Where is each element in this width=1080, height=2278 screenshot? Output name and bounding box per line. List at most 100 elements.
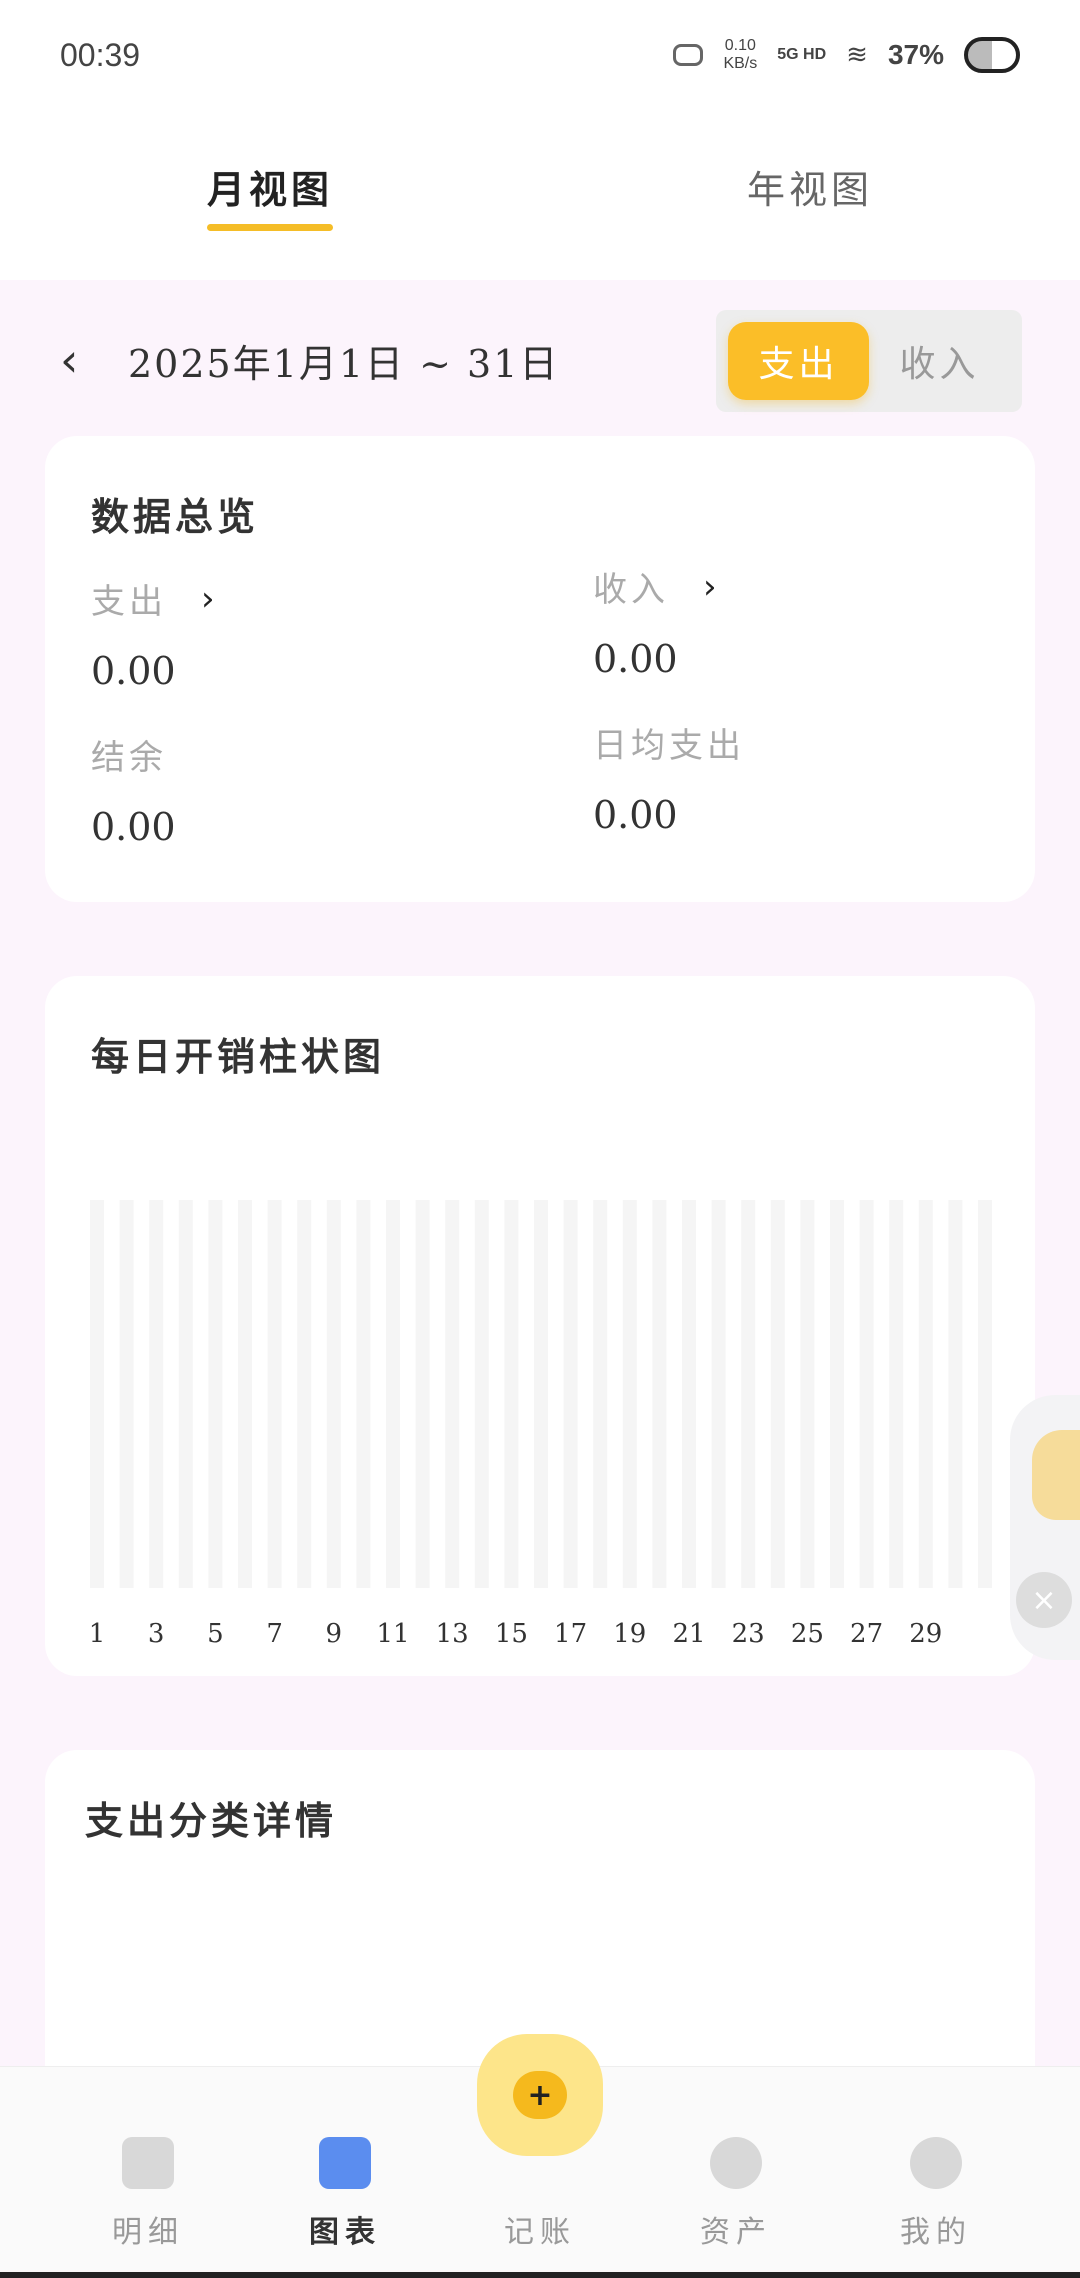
status-icons: 0.10 KB/s 5G HD ≋ 37%: [673, 37, 1020, 73]
bar-track: [682, 1200, 696, 1588]
x-tick-label: 13: [436, 1619, 469, 1649]
category-detail-title: 支出分类详情: [85, 1798, 338, 1843]
daily-average-label: 日均支出: [593, 726, 745, 766]
home-indicator: [0, 2272, 1080, 2278]
bar-track: [149, 1200, 164, 1588]
bar-track: [889, 1200, 904, 1588]
bar-track: [948, 1200, 963, 1588]
bar-track: [386, 1200, 400, 1588]
nav-item-charts[interactable]: 图表: [265, 2137, 425, 2251]
x-tick-label: 25: [791, 1619, 824, 1649]
bar-track: [474, 1200, 489, 1588]
bar-track: [267, 1200, 282, 1588]
bar-track: [326, 1200, 341, 1588]
x-tick-label: 1: [89, 1619, 106, 1649]
net-speed-unit: KB/s: [723, 55, 758, 72]
balance-value: 0.00: [91, 805, 176, 849]
bar-track: [297, 1200, 312, 1588]
bar-track: [593, 1200, 608, 1588]
bar-track: [90, 1200, 104, 1588]
bar-track: [978, 1200, 992, 1588]
chevron-right-icon: ›: [703, 566, 721, 607]
daily-bar-chart-card: 每日开销柱状图 1 3 5 7 9 11 13 15 17 19 21 23 25 27 29: [45, 976, 1035, 1676]
x-tick-label: 23: [732, 1619, 765, 1649]
nav-label-record: 记账: [504, 2215, 576, 2250]
bar-track: [859, 1200, 874, 1588]
nav-item-details[interactable]: 明细: [68, 2137, 228, 2251]
wifi-icon: ≋: [846, 40, 868, 70]
piggy-bank-icon: [710, 2137, 762, 2189]
bar-track: [415, 1200, 430, 1588]
overview-daily-average: 日均支出 0.00: [593, 718, 745, 837]
pet-mascot-icon[interactable]: [1032, 1430, 1080, 1520]
nav-label-charts: 图表: [309, 2215, 381, 2250]
battery-cloud-icon: [964, 37, 1020, 73]
nav-item-profile[interactable]: 我的: [856, 2137, 1016, 2251]
profile-icon: [910, 2137, 962, 2189]
bar-track: [770, 1200, 785, 1588]
nav-label-details: 明细: [112, 2215, 184, 2250]
x-tick-label: 5: [207, 1619, 224, 1649]
bar-track: [534, 1200, 548, 1588]
x-tick-label: 9: [326, 1619, 343, 1649]
close-icon[interactable]: ×: [1016, 1572, 1072, 1628]
x-tick-label: 27: [850, 1619, 883, 1649]
x-tick-label: 21: [672, 1619, 705, 1649]
bar-track: [208, 1200, 223, 1588]
x-tick-label: 7: [266, 1619, 283, 1649]
view-tabs: 月视图 年视图: [0, 110, 1080, 280]
date-selector-row: ‹ 2025年1月1日 ~ 31日 支出 收入: [0, 300, 1080, 420]
balance-label: 结余: [91, 738, 167, 778]
status-time: 00:39: [60, 36, 141, 73]
nav-item-assets[interactable]: 资产: [656, 2137, 816, 2251]
nav-label-assets: 资产: [700, 2215, 772, 2250]
tab-month-view[interactable]: 月视图: [0, 110, 540, 280]
daily-average-value: 0.00: [593, 793, 678, 837]
bar-track: [445, 1200, 460, 1588]
battery-percentage: 37%: [887, 39, 944, 70]
bar-track: [356, 1200, 371, 1588]
segment-income-button[interactable]: 收入: [869, 322, 1010, 400]
x-tick-label: 11: [376, 1619, 409, 1649]
tab-year-view[interactable]: 年视图: [540, 110, 1080, 280]
date-range[interactable]: 2025年1月1日 ~ 31日: [128, 333, 559, 388]
bar-track: [800, 1200, 815, 1588]
net-speed-value: 0.10: [724, 37, 756, 54]
overview-income[interactable]: 收入 › 0.00: [593, 562, 721, 682]
bar-track: [178, 1200, 193, 1588]
bar-track: [918, 1200, 933, 1588]
network-speed: 0.10 KB/s: [723, 37, 757, 73]
bar-track: [238, 1200, 252, 1588]
signal-indicator: 5G HD: [777, 46, 827, 63]
chevron-left-icon[interactable]: ‹: [60, 333, 100, 387]
chevron-right-icon: ›: [201, 578, 219, 619]
income-label-row: 收入 ›: [593, 562, 721, 611]
x-tick-label: 17: [554, 1619, 587, 1649]
bar-track: [504, 1200, 519, 1588]
tab-month-label: 月视图: [206, 167, 333, 212]
nav-label-profile: 我的: [900, 2215, 972, 2250]
overview-title: 数据总览: [91, 494, 260, 539]
bar-track: [119, 1200, 134, 1588]
tab-active-indicator: [207, 224, 333, 231]
status-bar: 00:39 0.10 KB/s 5G HD ≋ 37%: [0, 0, 1080, 110]
segment-expense-button[interactable]: 支出: [728, 322, 869, 400]
add-record-button[interactable]: +: [477, 2034, 603, 2156]
bar-chart-icon: [319, 2137, 371, 2189]
expense-label-row: 支出 ›: [91, 574, 219, 623]
document-icon: [122, 2137, 174, 2189]
bar-track: [830, 1200, 844, 1588]
x-tick-label: 3: [148, 1619, 165, 1649]
overview-expense[interactable]: 支出 › 0.00: [91, 574, 219, 694]
bar-track: [622, 1200, 637, 1588]
tab-year-label: 年视图: [746, 168, 873, 212]
add-record-icon: +: [513, 2071, 567, 2119]
x-tick-label: 29: [909, 1619, 942, 1649]
x-tick-label: 15: [495, 1619, 528, 1649]
overview-card: 数据总览 支出 › 0.00 收入 › 0.00 结余 0.00 日均支出 0.…: [45, 436, 1035, 902]
type-segment: 支出 收入: [716, 310, 1022, 412]
overview-balance: 结余 0.00: [91, 730, 176, 849]
income-label: 收入: [593, 570, 669, 610]
bar-track: [563, 1200, 578, 1588]
daily-bar-chart: 1 3 5 7 9 11 13 15 17 19 21 23 25 27 29: [89, 1200, 992, 1649]
